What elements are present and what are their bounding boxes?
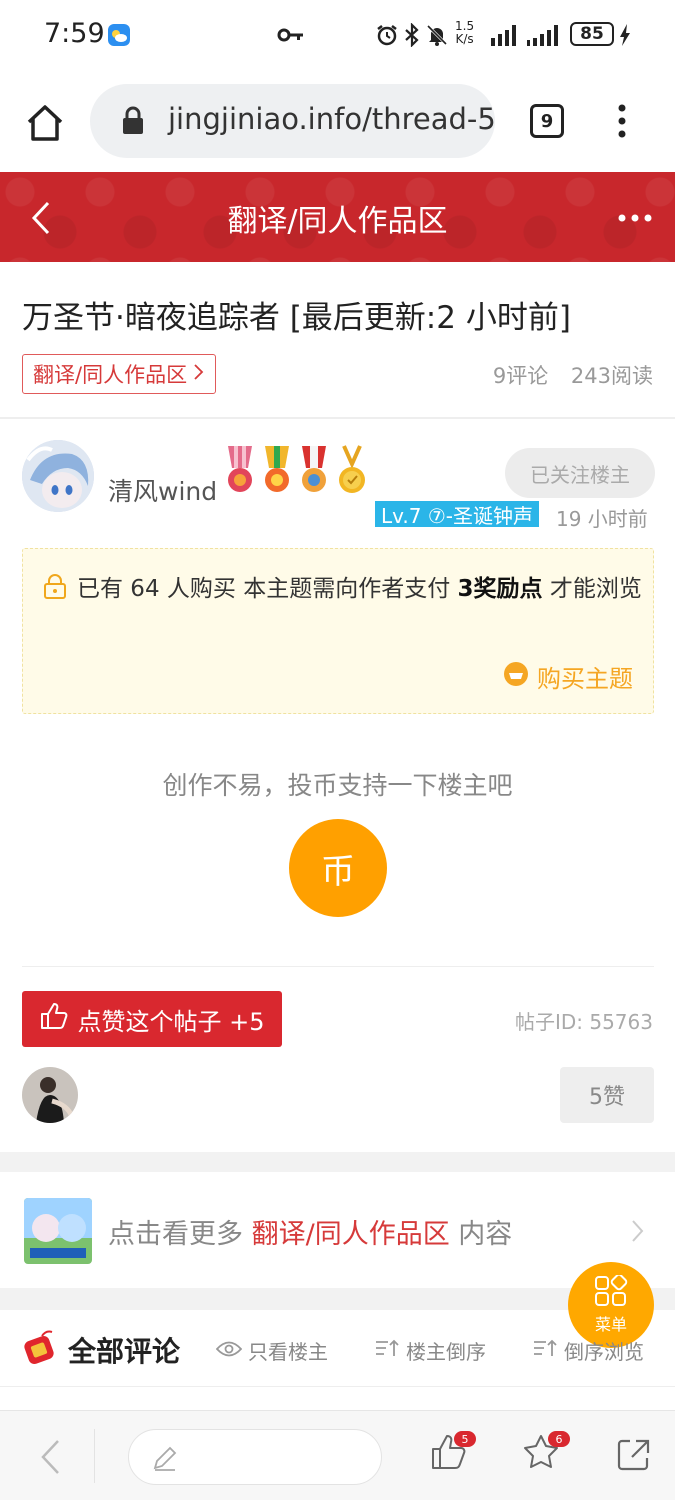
eye-icon — [215, 1339, 243, 1363]
pencil-icon — [151, 1444, 179, 1472]
medal-icon-4 — [336, 444, 368, 498]
thread-title: 万圣节·暗夜追踪者 [最后更新:2 小时前] — [22, 300, 571, 336]
medal-icon-2 — [261, 444, 293, 498]
status-bar: 7:59 1.5 K/s 85 — [0, 0, 675, 72]
buy-thread-label: 购买主题 — [537, 665, 633, 693]
paywall-amount: 3奖励点 — [457, 576, 543, 602]
tab-switcher-button[interactable]: 9 — [530, 104, 564, 138]
medal-icon-3 — [298, 444, 330, 498]
divider — [0, 417, 675, 419]
more-content-text: 点击看更多 翻译/同人作品区 内容 — [108, 1219, 513, 1250]
level-badge: Lv.7 ⑦-圣诞钟声 — [375, 501, 540, 528]
signal-icon-2 — [524, 20, 564, 50]
thumbs-up-icon — [430, 1435, 468, 1475]
like-badge: 5 — [454, 1431, 476, 1447]
status-time: 7:59 — [44, 18, 105, 49]
charging-icon — [617, 20, 633, 50]
forum-header: 翻译/同人作品区 — [0, 172, 675, 262]
divider — [94, 1429, 95, 1483]
divider — [22, 966, 654, 967]
support-text: 创作不易，投币支持一下楼主吧 — [162, 771, 513, 800]
alarm-icon — [374, 20, 400, 50]
bottom-action-bar: 5 6 — [0, 1410, 675, 1500]
chevron-right-icon — [193, 362, 205, 386]
menu-fab-label: 菜单 — [594, 1315, 627, 1334]
thread-stats: 9评论 243阅读 — [477, 360, 653, 390]
follow-author-button[interactable]: 已关注楼主 — [505, 448, 655, 498]
firecracker-icon — [22, 1328, 56, 1368]
post-id: 帖子ID: 55763 — [514, 1010, 653, 1034]
signal-icon-1 — [488, 20, 522, 50]
paywall-box: 已有 64 人购买 本主题需向作者支付 3奖励点 才能浏览 购买主题 — [22, 548, 654, 714]
star-icon — [522, 1435, 560, 1475]
only-op-filter[interactable]: 只看楼主 — [215, 1336, 328, 1365]
author-avatar[interactable] — [22, 440, 94, 512]
section-separator — [0, 1152, 675, 1172]
more-content-forum: 翻译/同人作品区 — [251, 1219, 450, 1250]
sort-icon — [532, 1338, 558, 1363]
comments-title: 全部评论 — [68, 1335, 181, 1368]
more-content-row[interactable]: 点击看更多 翻译/同人作品区 内容 — [0, 1172, 675, 1288]
comment-count: 9评论 — [492, 364, 549, 388]
page: 7:59 1.5 K/s 85 jingjiniao.info/thread-5… — [0, 0, 675, 1500]
lock-icon — [43, 571, 69, 599]
battery-indicator: 85 — [570, 22, 614, 46]
forum-tag-label: 翻译/同人作品区 — [33, 363, 188, 387]
back-icon[interactable] — [38, 1437, 62, 1477]
author-name[interactable]: 清风wind — [108, 472, 217, 508]
url-text: jingjiniao.info/thread-5 — [168, 102, 495, 136]
forum-thumbnail — [24, 1198, 92, 1264]
tip-coin-button[interactable]: 币 — [289, 819, 387, 917]
thumbs-up-icon — [39, 1002, 69, 1036]
like-post-label: 点赞这个帖子 +5 — [77, 1007, 265, 1036]
favorite-badge: 6 — [548, 1431, 570, 1447]
favorite-button[interactable]: 6 — [522, 1431, 570, 1477]
forum-tag-link[interactable]: 翻译/同人作品区 — [22, 354, 217, 394]
like-bottom-button[interactable]: 5 — [430, 1431, 476, 1477]
divider — [0, 1386, 675, 1387]
paywall-text: 已有 64 人购买 本主题需向作者支付 3奖励点 才能浏览 — [43, 567, 643, 611]
browser-toolbar: jingjiniao.info/thread-5 9 — [0, 72, 675, 172]
buy-thread-button[interactable]: 购买主题 — [503, 659, 633, 694]
medal-icon-1 — [224, 444, 256, 498]
liker-avatar[interactable] — [22, 1067, 78, 1123]
coin-icon — [503, 661, 529, 693]
home-icon[interactable] — [24, 102, 66, 144]
mute-notifications-icon — [424, 20, 450, 50]
more-options-icon[interactable] — [616, 210, 656, 224]
op-reverse-sort[interactable]: 楼主倒序 — [374, 1336, 486, 1365]
lock-icon — [120, 106, 146, 136]
url-bar[interactable]: jingjiniao.info/thread-5 — [90, 84, 495, 158]
reverse-browse-sort[interactable]: 倒序浏览 — [532, 1336, 644, 1365]
likes-count[interactable]: 5赞 — [560, 1067, 654, 1123]
vpn-key-icon — [276, 20, 306, 50]
grid-menu-icon — [594, 1273, 628, 1311]
net-speed: 1.5 K/s — [455, 19, 475, 46]
more-menu-icon[interactable] — [612, 102, 632, 142]
chevron-right-icon — [630, 1218, 646, 1244]
read-count: 243阅读 — [570, 364, 653, 388]
post-time: 19 小时前 — [556, 507, 648, 531]
header-title: 翻译/同人作品区 — [227, 204, 448, 239]
bluetooth-icon — [402, 20, 422, 50]
like-post-button[interactable]: 点赞这个帖子 +5 — [22, 991, 282, 1047]
weather-icon — [106, 20, 132, 50]
comment-input[interactable] — [128, 1429, 382, 1485]
share-icon[interactable] — [616, 1437, 652, 1473]
sort-icon — [374, 1338, 400, 1363]
